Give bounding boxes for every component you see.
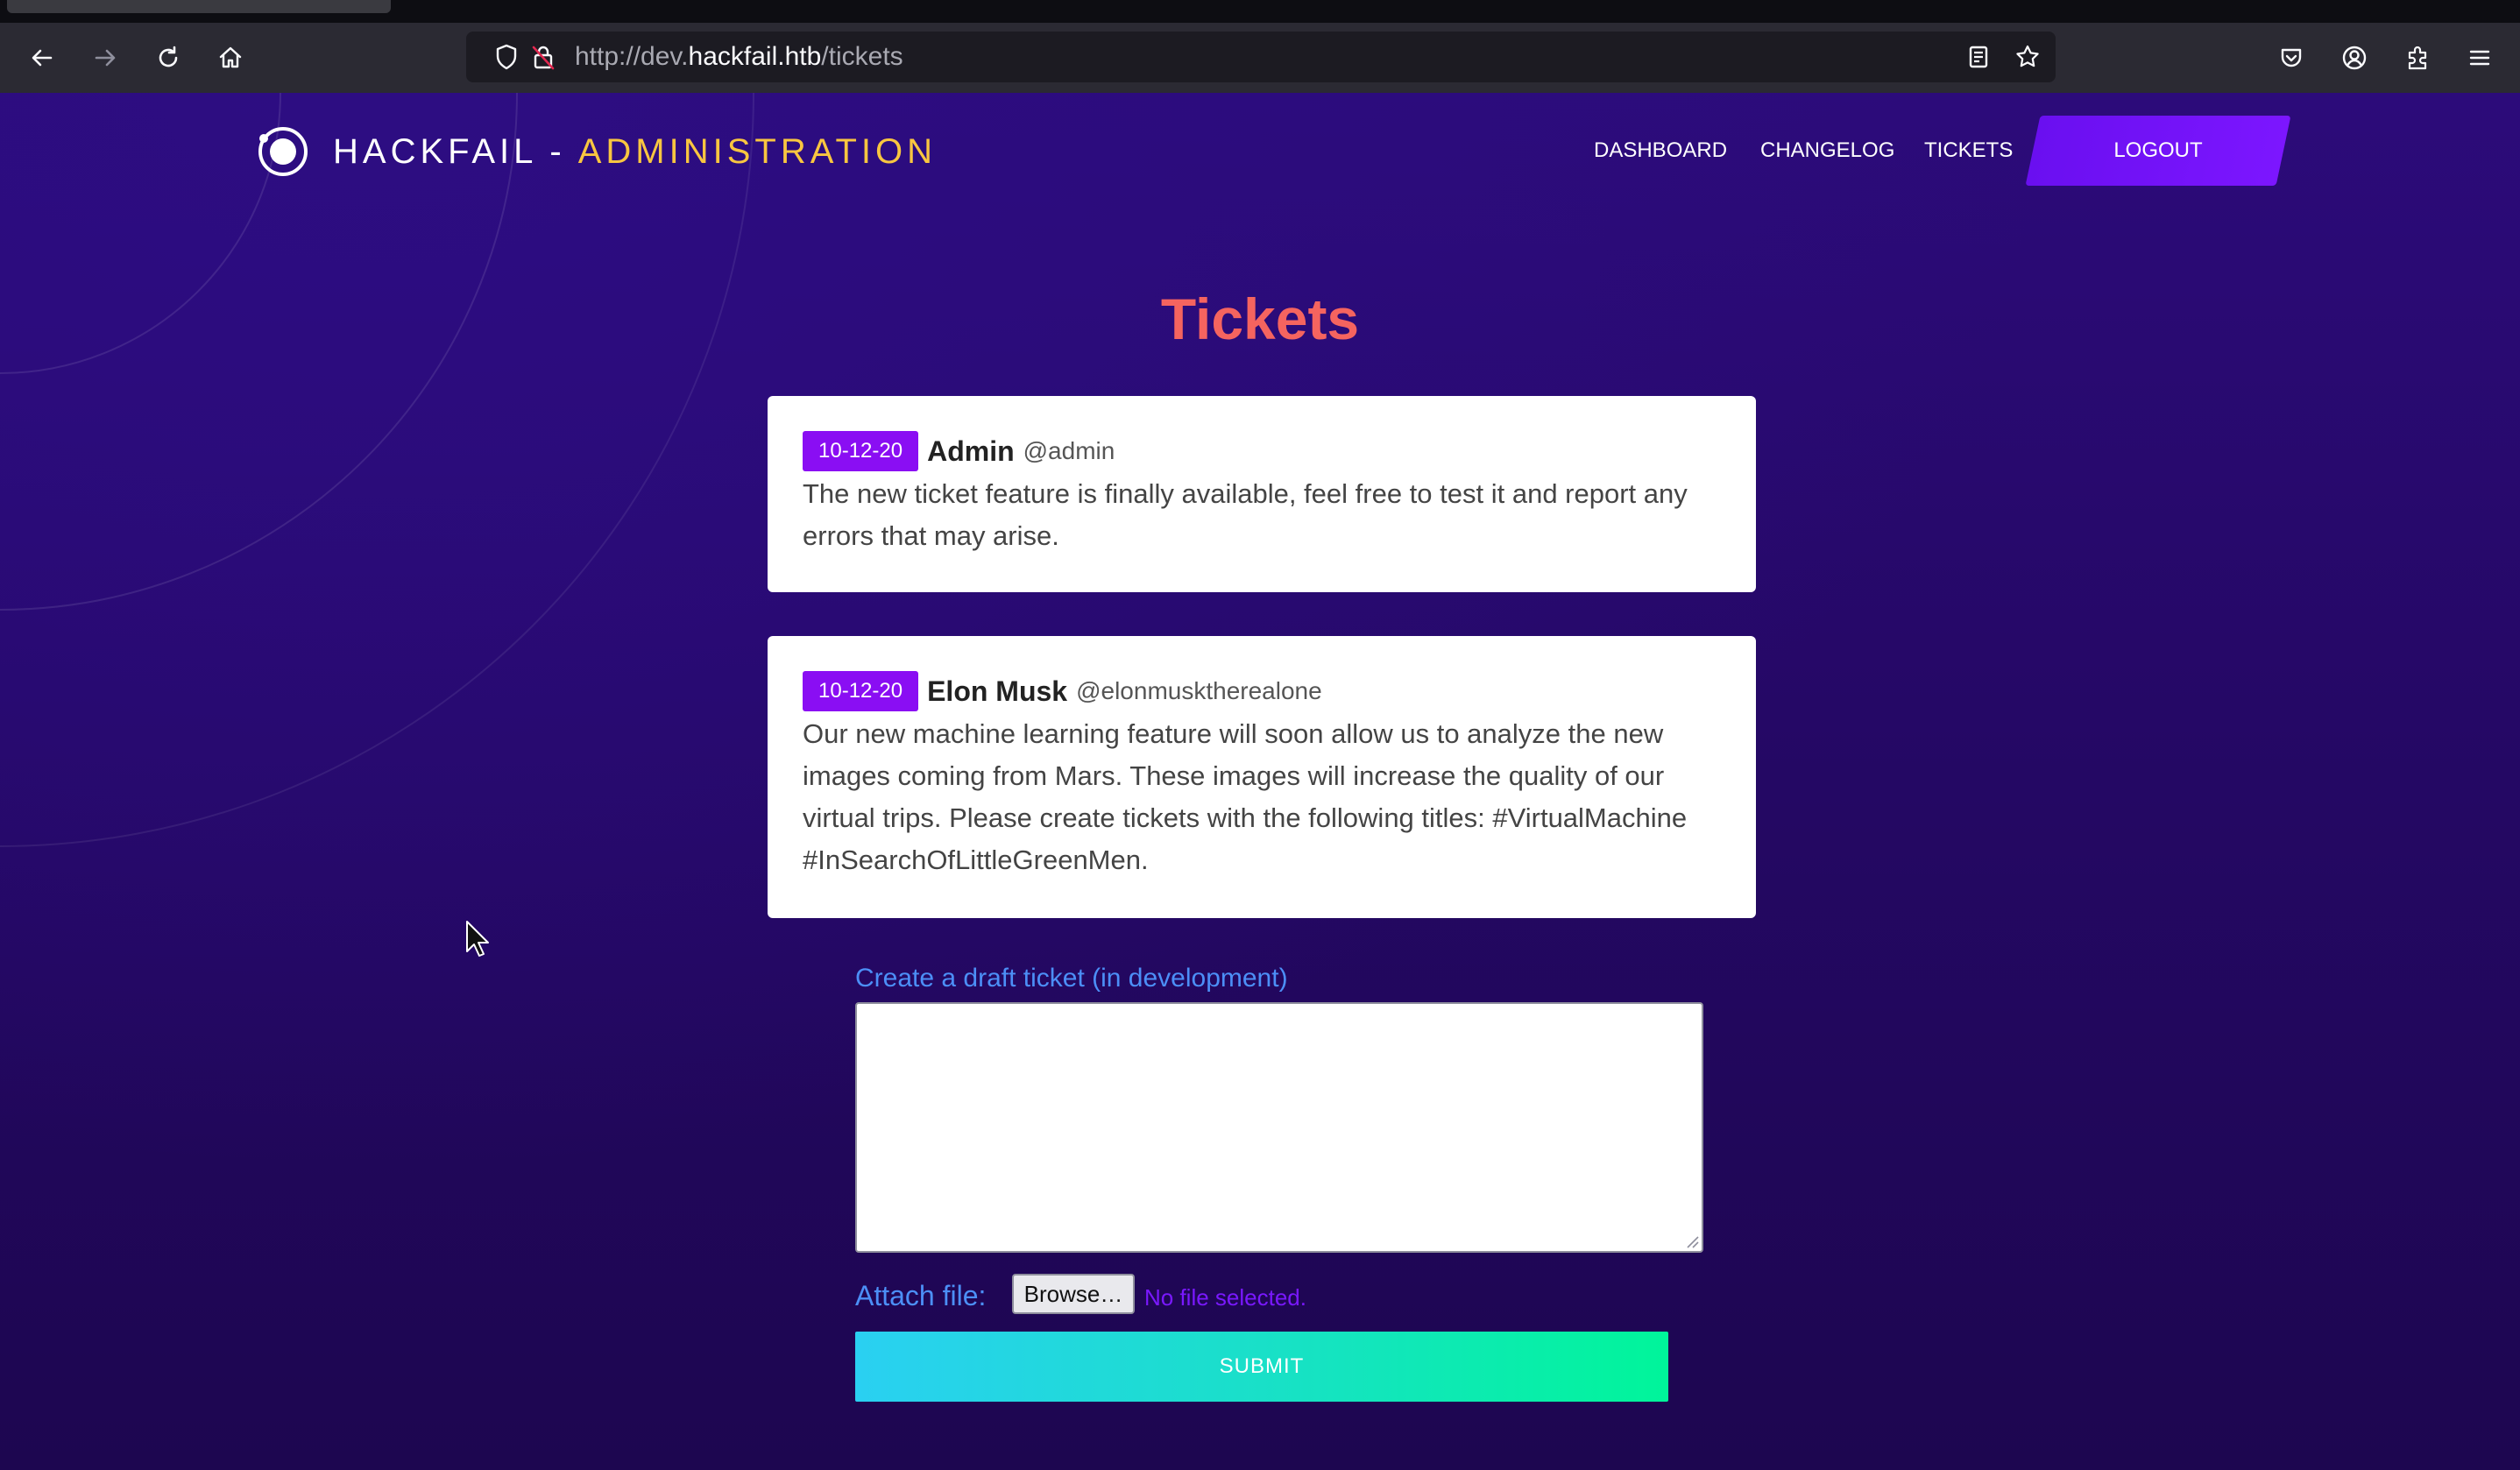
file-status-text: No file selected. bbox=[1144, 1284, 1306, 1311]
logout-label: LOGOUT bbox=[2113, 138, 2203, 162]
shield-icon[interactable] bbox=[492, 43, 520, 71]
nav-changelog[interactable]: CHANGELOG bbox=[1760, 116, 1894, 186]
brand-logo-icon bbox=[258, 127, 308, 176]
ticket-handle: @admin bbox=[1023, 437, 1115, 464]
ticket-date-badge: 10-12-20 bbox=[803, 431, 919, 471]
back-button[interactable] bbox=[23, 39, 61, 77]
page-title: Tickets bbox=[1160, 286, 1360, 351]
attach-file-label: Attach file: bbox=[855, 1280, 987, 1311]
ticket-header: 10-12-20 Elon Musk @elonmusktherealone bbox=[803, 671, 1721, 711]
draft-ticket-textarea[interactable] bbox=[855, 1002, 1703, 1253]
browse-file-button[interactable]: Browse… bbox=[1012, 1274, 1135, 1314]
submit-button[interactable]: SUBMIT bbox=[855, 1332, 1668, 1402]
page-content: HACKFAIL - ADMINISTRATION DASHBOARD CHANGE… bbox=[0, 93, 2520, 1470]
hamburger-menu-icon bbox=[2469, 50, 2490, 66]
ticket-author: Elon Musk bbox=[927, 675, 1068, 707]
menu-button[interactable] bbox=[2460, 39, 2499, 77]
arrow-right-icon bbox=[95, 49, 116, 67]
pocket-button[interactable] bbox=[2272, 39, 2311, 77]
arrow-left-icon bbox=[32, 49, 53, 67]
background-arcs bbox=[0, 93, 754, 847]
pocket-icon bbox=[2281, 48, 2302, 67]
url-text[interactable]: http://dev.hackfail.htb/tickets bbox=[575, 32, 903, 82]
home-button[interactable] bbox=[211, 39, 250, 77]
home-icon bbox=[219, 46, 242, 68]
brand-main: HACKFAIL bbox=[333, 131, 538, 171]
reload-button[interactable] bbox=[149, 39, 188, 77]
account-icon bbox=[2342, 46, 2367, 70]
puzzle-icon bbox=[2408, 46, 2427, 70]
extensions-button[interactable] bbox=[2398, 39, 2437, 77]
bookmark-star-icon[interactable] bbox=[2014, 43, 2042, 71]
url-path: /tickets bbox=[821, 42, 903, 71]
ticket-body: Our new machine learning feature will so… bbox=[803, 718, 1688, 875]
site-brand[interactable]: HACKFAIL - ADMINISTRATION bbox=[254, 123, 937, 180]
ticket-body: The new ticket feature is finally availa… bbox=[803, 478, 1688, 551]
draft-ticket-label: Create a draft ticket (in development) bbox=[855, 964, 1288, 993]
reader-view-icon[interactable] bbox=[1964, 43, 1993, 71]
address-bar[interactable]: http://dev.hackfail.htb/tickets bbox=[466, 32, 2056, 82]
insecure-lock-icon[interactable] bbox=[529, 43, 557, 71]
ticket-handle: @elonmusktherealone bbox=[1076, 677, 1322, 704]
account-button[interactable] bbox=[2335, 39, 2374, 77]
forward-button[interactable] bbox=[86, 39, 124, 77]
logout-button[interactable]: LOGOUT bbox=[2025, 116, 2291, 186]
brand-accent: ADMINISTRATION bbox=[577, 131, 937, 171]
ticket-card: 10-12-20 Elon Musk @elonmusktherealone O… bbox=[768, 636, 1756, 918]
ticket-card: 10-12-20 Admin @admin The new ticket fea… bbox=[768, 396, 1756, 592]
url-host: hackfail.htb bbox=[688, 42, 822, 71]
nav-dashboard[interactable]: DASHBOARD bbox=[1594, 116, 1727, 186]
brand-title: HACKFAIL - ADMINISTRATION bbox=[333, 132, 937, 172]
ticket-date-badge: 10-12-20 bbox=[803, 671, 919, 711]
resize-grip-icon[interactable] bbox=[1682, 1232, 1700, 1249]
url-prefix: http://dev. bbox=[575, 42, 689, 71]
mouse-cursor-icon bbox=[466, 921, 489, 957]
reload-icon bbox=[159, 46, 178, 67]
tab-strip bbox=[0, 0, 2520, 23]
browser-toolbar: http://dev.hackfail.htb/tickets bbox=[0, 23, 2520, 94]
ticket-author: Admin bbox=[927, 435, 1015, 467]
brand-separator: - bbox=[549, 131, 566, 171]
active-tab[interactable] bbox=[7, 0, 391, 13]
ticket-header: 10-12-20 Admin @admin bbox=[803, 431, 1721, 471]
nav-tickets[interactable]: TICKETS bbox=[1924, 116, 2013, 186]
